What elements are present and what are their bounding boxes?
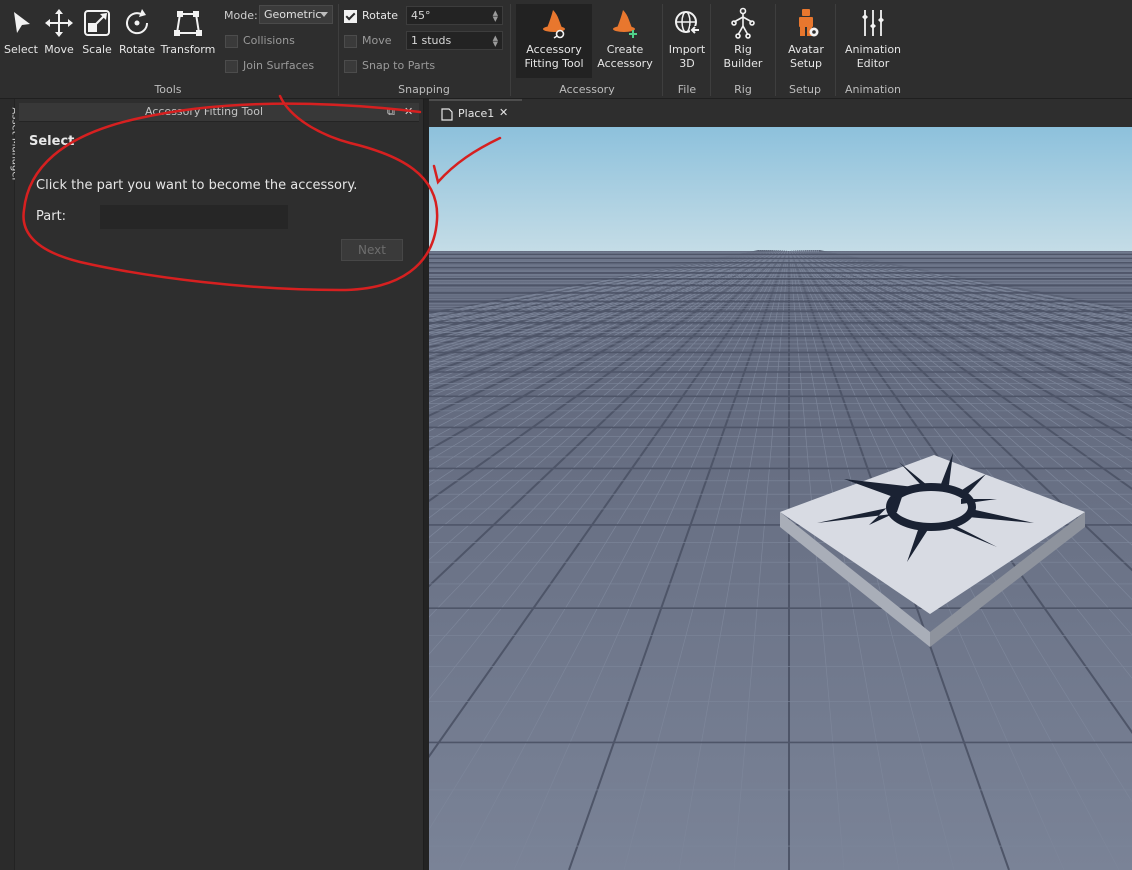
move-tool-button[interactable]: Move bbox=[42, 6, 76, 56]
asset-manager-side-tab[interactable]: Asset Manager bbox=[0, 99, 21, 870]
join-surfaces-checkbox-box[interactable] bbox=[225, 60, 238, 73]
snap-to-parts-checkbox-box[interactable] bbox=[344, 60, 357, 73]
move-increment-input[interactable]: 1 studs ▲ ▼ bbox=[406, 31, 503, 50]
tab-place1[interactable]: Place1 ✕ bbox=[429, 99, 522, 127]
snap-to-parts-label: Snap to Parts bbox=[362, 59, 436, 72]
mode-label: Mode: bbox=[224, 9, 258, 22]
select-tool-label: Select bbox=[4, 43, 38, 56]
witch-hat-fitting-icon bbox=[543, 10, 565, 39]
cursor-arrow-icon bbox=[14, 12, 30, 33]
rig-group-label: Rig bbox=[734, 83, 752, 96]
mode-dropdown-value: Geometric bbox=[264, 8, 322, 21]
create-accessory-label2: Accessory bbox=[597, 57, 653, 70]
create-accessory-label1: Create bbox=[606, 43, 644, 56]
accessory-fitting-tool-label1: Accessory bbox=[526, 43, 582, 56]
3d-viewport[interactable] bbox=[429, 127, 1132, 870]
join-surfaces-label: Join Surfaces bbox=[243, 59, 315, 72]
select-tool-button[interactable]: Select bbox=[4, 6, 38, 56]
accessory-fitting-tool-panel: Accessory Fitting Tool ⧉ ✕ Select Click … bbox=[15, 99, 424, 870]
avatar-gear-icon bbox=[799, 9, 819, 37]
part-field[interactable] bbox=[100, 205, 288, 229]
scale-tool-label: Scale bbox=[82, 43, 112, 56]
create-accessory-button[interactable]: Create Accessory bbox=[596, 6, 654, 71]
snapping-group-label: Snapping bbox=[398, 83, 450, 96]
witch-hat-plus-icon bbox=[613, 10, 637, 38]
document-tab-bar: Place1 ✕ bbox=[429, 99, 1132, 127]
move-tool-label: Move bbox=[44, 43, 74, 56]
accessory-fitting-tool-label2: Fitting Tool bbox=[524, 57, 584, 70]
rig-skeleton-icon bbox=[731, 7, 755, 39]
transform-tool-button[interactable]: Transform bbox=[160, 6, 216, 56]
rig-builder-label1: Rig bbox=[734, 43, 752, 56]
rotate-circle-icon bbox=[126, 9, 149, 35]
ribbon-divider bbox=[662, 4, 663, 96]
accessory-group-label: Accessory bbox=[559, 83, 615, 96]
sky bbox=[429, 127, 1132, 251]
tools-group-label: Tools bbox=[154, 83, 182, 96]
place-file-icon bbox=[441, 108, 453, 121]
avatar-setup-label2: Setup bbox=[789, 57, 823, 70]
close-icon[interactable]: ✕ bbox=[499, 106, 508, 119]
accessory-fitting-tool-button[interactable]: Accessory Fitting Tool bbox=[516, 6, 592, 71]
scale-box-icon bbox=[84, 10, 110, 36]
rotate-tool-button[interactable]: Rotate bbox=[118, 6, 156, 56]
ribbon-divider bbox=[510, 4, 511, 96]
viewport-scene bbox=[429, 127, 1132, 870]
ribbon-toolbar: Select Move Scale Rotate Transform Mode:… bbox=[0, 0, 1132, 99]
import-3d-label2: 3D bbox=[679, 57, 695, 70]
move-arrows-icon bbox=[45, 9, 73, 37]
part-label: Part: bbox=[36, 209, 67, 224]
instruction-text: Click the part you want to become the ac… bbox=[36, 178, 358, 193]
rig-builder-label2: Builder bbox=[723, 57, 763, 70]
close-icon[interactable]: ✕ bbox=[404, 105, 413, 118]
import-3d-label1: Import bbox=[668, 43, 706, 56]
ribbon-divider bbox=[338, 4, 339, 96]
section-title: Select bbox=[29, 134, 75, 149]
move-snap-label: Move bbox=[362, 34, 392, 47]
panel-header: Accessory Fitting Tool ⧉ ✕ bbox=[19, 103, 419, 122]
mode-dropdown[interactable]: Geometric bbox=[259, 5, 333, 24]
collisions-label: Collisions bbox=[243, 34, 295, 47]
avatar-setup-button[interactable]: Avatar Setup bbox=[780, 6, 832, 71]
next-button[interactable]: Next bbox=[341, 239, 403, 261]
panel-title: Accessory Fitting Tool bbox=[145, 105, 263, 118]
rotate-increment-input[interactable]: 45° ▲ ▼ bbox=[406, 6, 503, 25]
avatar-setup-label1: Avatar bbox=[788, 43, 824, 56]
file-group-label: File bbox=[677, 83, 697, 96]
globe-import-icon bbox=[675, 11, 700, 34]
spinner-arrows-icon[interactable]: ▲ ▼ bbox=[493, 10, 498, 23]
scale-tool-button[interactable]: Scale bbox=[80, 6, 114, 56]
animation-sliders-icon bbox=[862, 10, 884, 36]
rotate-increment-value: 45° bbox=[411, 9, 431, 22]
import-3d-button[interactable]: Import 3D bbox=[666, 6, 708, 71]
animation-group-label: Animation bbox=[844, 83, 902, 96]
undock-icon[interactable]: ⧉ bbox=[387, 105, 395, 119]
ribbon-divider bbox=[710, 4, 711, 96]
transform-frame-icon bbox=[174, 11, 202, 36]
rotate-snap-checkbox-box[interactable] bbox=[344, 10, 357, 23]
tab-place1-label: Place1 bbox=[458, 107, 495, 120]
spinner-arrows-icon[interactable]: ▲ ▼ bbox=[493, 35, 498, 48]
animation-editor-label2: Editor bbox=[856, 57, 890, 70]
setup-group-label: Setup bbox=[788, 83, 822, 96]
move-increment-value: 1 studs bbox=[411, 34, 452, 47]
move-snap-checkbox-box[interactable] bbox=[344, 35, 357, 48]
chevron-down-icon bbox=[320, 12, 328, 17]
animation-editor-label1: Animation bbox=[844, 43, 902, 56]
rig-builder-button[interactable]: Rig Builder bbox=[716, 6, 770, 71]
rotate-snap-label: Rotate bbox=[362, 9, 399, 22]
animation-editor-button[interactable]: Animation Editor bbox=[842, 6, 904, 71]
collisions-checkbox-box[interactable] bbox=[225, 35, 238, 48]
transform-tool-label: Transform bbox=[160, 43, 216, 56]
rotate-tool-label: Rotate bbox=[118, 43, 155, 56]
